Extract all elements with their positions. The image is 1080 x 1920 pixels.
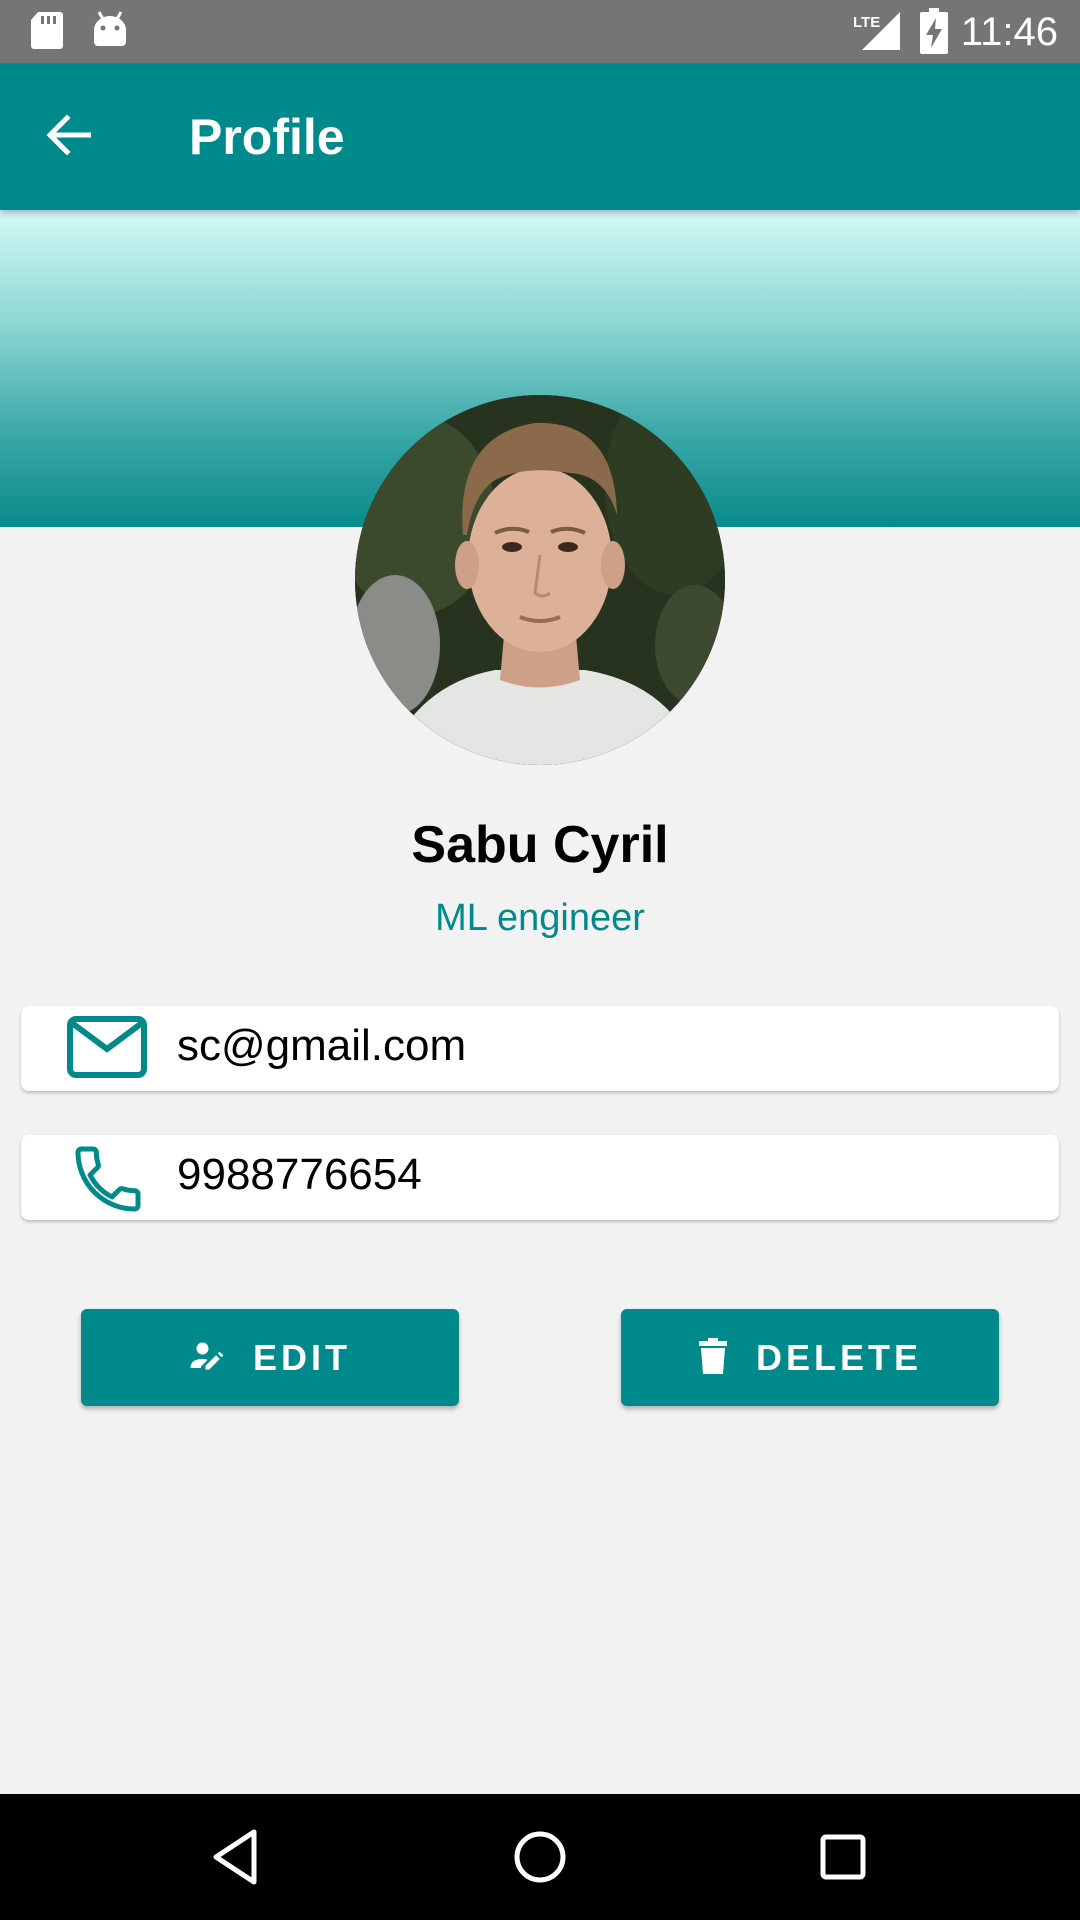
android-icon [92,10,128,52]
phone-value: 9988776654 [177,1150,422,1199]
recents-square-icon[interactable] [810,1824,876,1890]
home-circle-icon[interactable] [507,1824,573,1890]
back-button[interactable] [30,103,106,171]
trash-icon [698,1337,728,1378]
battery-charging-icon [920,8,948,58]
phone-card[interactable]: 9988776654 [21,1135,1059,1220]
status-time: 11:46 [960,10,1058,54]
status-bar: LTE 11:46 [0,0,1080,63]
avatar[interactable] [355,395,725,765]
profile-role: ML engineer [435,897,645,939]
lte-signal-icon: LTE [852,10,900,54]
back-triangle-icon[interactable] [204,1824,270,1890]
email-card[interactable]: sc@gmail.com [21,1006,1059,1091]
edit-button[interactable]: EDIT [81,1309,459,1406]
mail-icon [66,1014,148,1084]
delete-button[interactable]: DELETE [621,1309,999,1406]
arrow-back-icon [45,114,92,159]
phone-icon [66,1139,150,1223]
svg-text:LTE: LTE [853,14,880,31]
edit-button-label: EDIT [252,1336,351,1378]
edit-person-icon [189,1338,225,1378]
app-bar: Profile [0,63,1080,210]
email-value: sc@gmail.com [177,1021,467,1070]
sd-card-icon [30,10,64,54]
delete-button-label: DELETE [755,1336,922,1378]
system-nav-bar [0,1794,1080,1920]
profile-name: Sabu Cyril [411,816,669,874]
page-title: Profile [189,109,345,165]
